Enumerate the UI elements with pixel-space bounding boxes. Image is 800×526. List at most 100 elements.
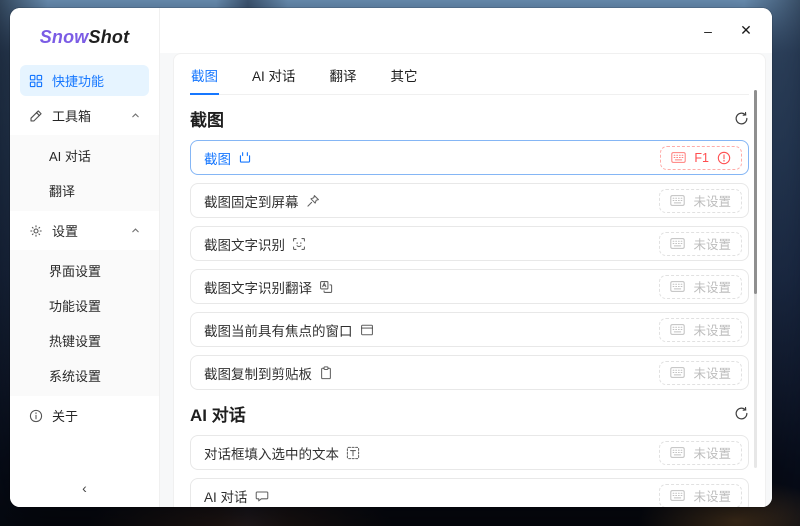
tab-screenshot[interactable]: 截图 xyxy=(190,59,219,95)
desktop-wallpaper: { "window_controls": { "minimize": "–", … xyxy=(0,0,800,526)
hotkey-label: 截图当前具有焦点的窗口 xyxy=(204,323,353,339)
chat-icon xyxy=(255,489,269,503)
hotkey-value: 未设置 xyxy=(693,490,731,504)
keyboard-icon xyxy=(670,447,686,458)
scrollbar-track[interactable] xyxy=(754,90,757,468)
sidebar: SnowShot 快捷功能 工具箱 AI 对话 翻译 设置 界面设置 功能设置 … xyxy=(10,8,160,507)
hotkey-list-ai-chat: 对话框填入选中的文本 未设置 AI 对话 未设置 xyxy=(190,435,749,507)
hotkey-label: 截图文字识别 xyxy=(204,237,285,253)
hotkey-value: 未设置 xyxy=(693,238,731,252)
keyboard-icon xyxy=(671,152,687,163)
minimize-button[interactable]: – xyxy=(694,18,722,44)
hotkey-row-ocr-translate[interactable]: 截图文字识别翻译 未设置 xyxy=(190,269,749,304)
sidebar-nav: 快捷功能 工具箱 AI 对话 翻译 设置 界面设置 功能设置 热键设置 系统设置… xyxy=(10,61,159,507)
gear-icon xyxy=(29,224,43,238)
refresh-icon[interactable] xyxy=(734,406,749,421)
keyboard-icon xyxy=(670,367,686,378)
exclamation-circle-icon xyxy=(717,151,731,165)
sidebar-item-about[interactable]: 关于 xyxy=(20,400,149,431)
snowshot-settings-window: SnowShot 快捷功能 工具箱 AI 对话 翻译 设置 界面设置 功能设置 … xyxy=(10,8,772,507)
sidebar-item-toolbox[interactable]: 工具箱 xyxy=(20,100,149,131)
collapse-chevron-icon: ‹ xyxy=(82,480,87,496)
hotkey-row-screenshot[interactable]: 截图 F1 xyxy=(190,140,749,175)
section-header-screenshot: 截图 xyxy=(190,106,749,131)
sidebar-item-settings[interactable]: 设置 xyxy=(20,215,149,246)
logo-shot: Shot xyxy=(88,27,130,47)
sidebar-item-label: 快捷功能 xyxy=(52,74,105,89)
sidebar-item-label: 翻译 xyxy=(49,184,76,199)
sidebar-item-label: 设置 xyxy=(52,224,79,239)
logo-snow: Snow xyxy=(39,27,89,47)
hotkey-label: 截图 xyxy=(204,151,231,167)
toolbox-submenu: AI 对话 翻译 xyxy=(10,135,159,211)
refresh-icon[interactable] xyxy=(734,111,749,126)
hotkey-value-badge[interactable]: 未设置 xyxy=(659,360,742,385)
content-card: 截图 AI 对话 翻译 其它 截图 截图 F1 截图固定到屏幕 未设置 截图文字… xyxy=(173,53,766,507)
chevron-up-icon xyxy=(131,226,140,235)
main-area: – ✕ 截图 AI 对话 翻译 其它 截图 截图 F1 截图固定到屏幕 未设置 … xyxy=(160,8,772,507)
hotkey-value: 未设置 xyxy=(693,281,731,295)
hotkey-value: 未设置 xyxy=(693,195,731,209)
sidebar-item-system-settings[interactable]: 系统设置 xyxy=(20,360,149,391)
section-title: 截图 xyxy=(190,111,224,130)
hotkey-row-copy-clipboard[interactable]: 截图复制到剪贴板 未设置 xyxy=(190,355,749,390)
sidebar-item-label: 关于 xyxy=(52,409,79,424)
hotkey-value-badge[interactable]: 未设置 xyxy=(659,274,742,299)
keyboard-icon xyxy=(670,324,686,335)
keyboard-icon xyxy=(670,195,686,206)
sidebar-item-quick-functions[interactable]: 快捷功能 xyxy=(20,65,149,96)
sidebar-item-label: 系统设置 xyxy=(49,369,102,384)
sidebar-item-function-settings[interactable]: 功能设置 xyxy=(20,290,149,321)
screenshot-icon xyxy=(238,151,252,165)
hotkey-value-badge[interactable]: 未设置 xyxy=(659,317,742,342)
hotkey-label: 截图复制到剪贴板 xyxy=(204,366,312,382)
sidebar-item-label: 热键设置 xyxy=(49,334,102,349)
hotkey-value-badge[interactable]: 未设置 xyxy=(659,231,742,256)
hotkey-label: AI 对话 xyxy=(204,489,248,505)
hotkey-row-ocr[interactable]: 截图文字识别 未设置 xyxy=(190,226,749,261)
hotkey-row-focused-window[interactable]: 截图当前具有焦点的窗口 未设置 xyxy=(190,312,749,347)
hotkey-value: 未设置 xyxy=(693,324,731,338)
hotkey-value: F1 xyxy=(694,150,709,165)
sidebar-item-translate[interactable]: 翻译 xyxy=(20,175,149,206)
keyboard-icon xyxy=(670,281,686,292)
sidebar-collapse-button[interactable]: ‹ xyxy=(10,475,159,501)
settings-submenu: 界面设置 功能设置 热键设置 系统设置 xyxy=(10,250,159,396)
hotkey-label: 截图文字识别翻译 xyxy=(204,280,312,296)
hotkey-row-ai-chat[interactable]: AI 对话 未设置 xyxy=(190,478,749,507)
pin-icon xyxy=(306,194,320,208)
scrollbar-thumb[interactable] xyxy=(754,90,757,294)
tab-bar: 截图 AI 对话 翻译 其它 xyxy=(190,54,749,95)
hotkey-row-pin-to-screen[interactable]: 截图固定到屏幕 未设置 xyxy=(190,183,749,218)
hotkey-value-badge[interactable]: 未设置 xyxy=(659,188,742,213)
sidebar-item-label: 工具箱 xyxy=(52,109,92,124)
hotkey-list-screenshot: 截图 F1 截图固定到屏幕 未设置 截图文字识别 未设置 截图文字识别翻译 未设… xyxy=(190,140,749,390)
tab-other[interactable]: 其它 xyxy=(390,59,419,94)
close-button[interactable]: ✕ xyxy=(732,18,760,44)
info-icon xyxy=(29,409,43,423)
hotkey-row-fill-selected-text[interactable]: 对话框填入选中的文本 未设置 xyxy=(190,435,749,470)
hotkey-value-badge[interactable]: 未设置 xyxy=(659,440,742,465)
sidebar-item-label: 功能设置 xyxy=(49,299,102,314)
hotkey-value-badge[interactable]: 未设置 xyxy=(659,483,742,507)
ocr-icon xyxy=(292,237,306,251)
tab-translate[interactable]: 翻译 xyxy=(329,59,358,94)
hotkey-value-badge[interactable]: F1 xyxy=(660,145,742,170)
hotkey-label: 截图固定到屏幕 xyxy=(204,194,299,210)
section-title: AI 对话 xyxy=(190,406,246,425)
hotkey-value: 未设置 xyxy=(693,447,731,461)
keyboard-icon xyxy=(670,490,686,501)
grid-icon xyxy=(29,74,43,88)
window-titlebar[interactable]: – ✕ xyxy=(160,8,772,53)
hotkey-value: 未设置 xyxy=(693,367,731,381)
sidebar-item-label: AI 对话 xyxy=(49,149,91,164)
sidebar-item-ai-chat[interactable]: AI 对话 xyxy=(20,140,149,171)
tab-ai-chat[interactable]: AI 对话 xyxy=(251,59,297,94)
tool-icon xyxy=(29,109,43,123)
keyboard-icon xyxy=(670,238,686,249)
sidebar-item-hotkey-settings[interactable]: 热键设置 xyxy=(20,325,149,356)
sidebar-item-interface-settings[interactable]: 界面设置 xyxy=(20,255,149,286)
sidebar-item-label: 界面设置 xyxy=(49,264,102,279)
chevron-up-icon xyxy=(131,111,140,120)
clipboard-icon xyxy=(319,365,333,380)
